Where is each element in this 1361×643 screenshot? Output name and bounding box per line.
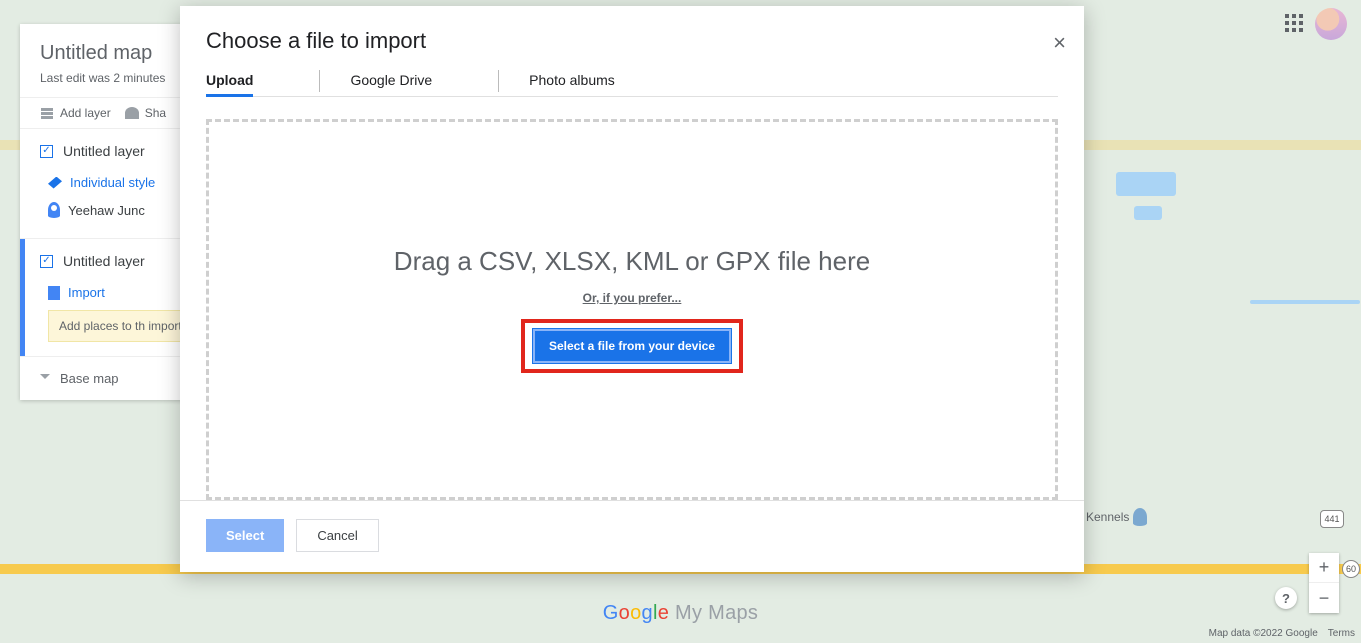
layer-2-import-label: Import	[68, 285, 105, 300]
logo-letter: G	[603, 602, 619, 624]
close-button[interactable]: ×	[1053, 30, 1066, 56]
pin-icon	[48, 202, 60, 218]
tab-google-drive[interactable]: Google Drive	[350, 64, 432, 96]
attribution-terms[interactable]: Terms	[1328, 628, 1355, 639]
map-attribution: Map data ©2022 Google Terms	[1209, 628, 1355, 639]
account-avatar[interactable]	[1315, 8, 1347, 40]
zoom-control: + −	[1309, 553, 1339, 613]
tab-upload[interactable]: Upload	[206, 64, 253, 96]
share-label: Sha	[145, 106, 166, 120]
poi-pin-icon	[1133, 508, 1147, 526]
layer-1-place-label: Yeehaw Junc	[68, 203, 145, 218]
footer-cancel-button[interactable]: Cancel	[296, 519, 378, 552]
caret-down-icon	[40, 374, 50, 384]
attribution-data: Map data ©2022 Google	[1209, 628, 1318, 639]
paint-roller-icon	[48, 177, 62, 189]
layer-2-title[interactable]: Untitled layer	[63, 253, 145, 269]
footer-select-button[interactable]: Select	[206, 519, 284, 552]
layer-1-style-label: Individual style	[70, 175, 155, 190]
import-icon	[48, 286, 60, 300]
layer-1-title[interactable]: Untitled layer	[63, 143, 145, 159]
select-file-button[interactable]: Select a file from your device	[533, 329, 731, 363]
layer-1-checkbox[interactable]: ✓	[40, 145, 53, 158]
file-drop-zone[interactable]: Drag a CSV, XLSX, KML or GPX file here O…	[206, 119, 1058, 500]
logo-letter: e	[658, 602, 669, 624]
google-my-maps-logo: Google My Maps	[603, 602, 758, 625]
base-map-label: Base map	[60, 371, 119, 386]
logo-letter: g	[642, 602, 653, 624]
tab-photo-albums[interactable]: Photo albums	[529, 64, 615, 96]
help-button[interactable]: ?	[1275, 587, 1297, 609]
logo-suffix: My Maps	[669, 602, 758, 624]
poi-label: Kennels	[1086, 510, 1129, 524]
import-file-dialog: Choose a file to import × Upload Google …	[180, 6, 1084, 572]
add-layer-button[interactable]: Add layer	[40, 106, 111, 120]
tab-divider	[498, 70, 499, 92]
dialog-title: Choose a file to import	[206, 28, 1058, 54]
road-shield-441: 441	[1320, 510, 1344, 528]
share-button[interactable]: Sha	[125, 106, 166, 120]
drop-instruction: Drag a CSV, XLSX, KML or GPX file here	[394, 246, 870, 277]
layer-2-checkbox[interactable]: ✓	[40, 255, 53, 268]
google-apps-button[interactable]	[1285, 14, 1305, 34]
drop-or-text: Or, if you prefer...	[583, 291, 682, 305]
tab-divider	[319, 70, 320, 92]
logo-letter: o	[619, 602, 630, 624]
poi-kennels[interactable]: Kennels	[1086, 508, 1147, 526]
logo-letter: o	[630, 602, 641, 624]
people-icon	[125, 107, 139, 119]
source-tabs: Upload Google Drive Photo albums	[206, 54, 1058, 97]
zoom-out-button[interactable]: −	[1309, 583, 1339, 613]
add-layer-label: Add layer	[60, 106, 111, 120]
road-shield-60: 60	[1342, 560, 1360, 578]
layers-icon	[40, 106, 54, 120]
annotation-highlight: Select a file from your device	[521, 319, 743, 373]
zoom-in-button[interactable]: +	[1309, 553, 1339, 583]
